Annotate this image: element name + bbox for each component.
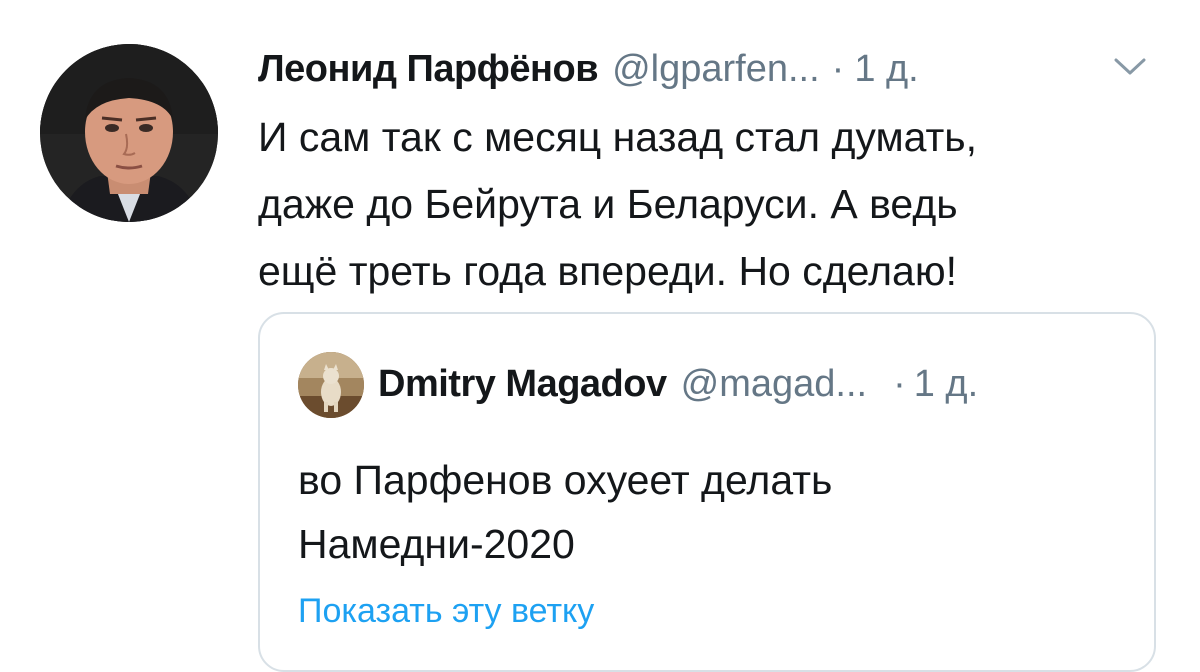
chevron-down-icon[interactable] (1110, 52, 1150, 80)
quoted-author-handle: @magad... (680, 362, 868, 405)
quoted-tweet-card[interactable]: Dmitry Magadov @magad... · 1 д. во Парфе… (258, 312, 1156, 672)
quoted-text-line: во Парфенов охуеет делать (298, 457, 833, 503)
separator-dot: · (831, 47, 845, 90)
tweet-text-line: И сам так с месяц назад стал думать, (258, 114, 978, 160)
tweet-header: Леонид Парфёнов @lgparfen... · 1 д. (258, 44, 919, 94)
tweet-timestamp[interactable]: 1 д. (854, 48, 918, 91)
previous-tweet-cropped-text: ‿ ▔▔▔▔ ▔▔▔▔ ▔▔▔▔ ▔▔▔▔ ▔▔ ▔▔▔▔ ▔▔▔ (190, 0, 890, 4)
quoted-tweet-body: во Парфенов охуеет делать Намедни-2020 (298, 448, 832, 576)
quoted-tweet-header: Dmitry Magadov @magad... · 1 д. (378, 358, 978, 410)
tweet-text-line: даже до Бейрута и Беларуси. А ведь (258, 181, 958, 227)
author-avatar[interactable] (40, 44, 218, 222)
quoted-text-line: Намедни-2020 (298, 521, 575, 567)
author-name[interactable]: Леонид Парфёнов (258, 48, 599, 91)
quoted-author-avatar (298, 352, 364, 418)
quoted-author-name: Dmitry Magadov (378, 362, 667, 405)
tweet-body: И сам так с месяц назад стал думать, даж… (258, 104, 1158, 305)
quoted-separator-dot: · (893, 362, 906, 405)
quoted-tweet-timestamp: 1 д. (913, 362, 979, 405)
author-handle[interactable]: @lgparfen... (612, 48, 820, 91)
show-thread-link[interactable]: Показать эту ветку (298, 592, 594, 631)
tweet-text-line: ещё треть года впереди. Но сделаю! (258, 248, 957, 294)
